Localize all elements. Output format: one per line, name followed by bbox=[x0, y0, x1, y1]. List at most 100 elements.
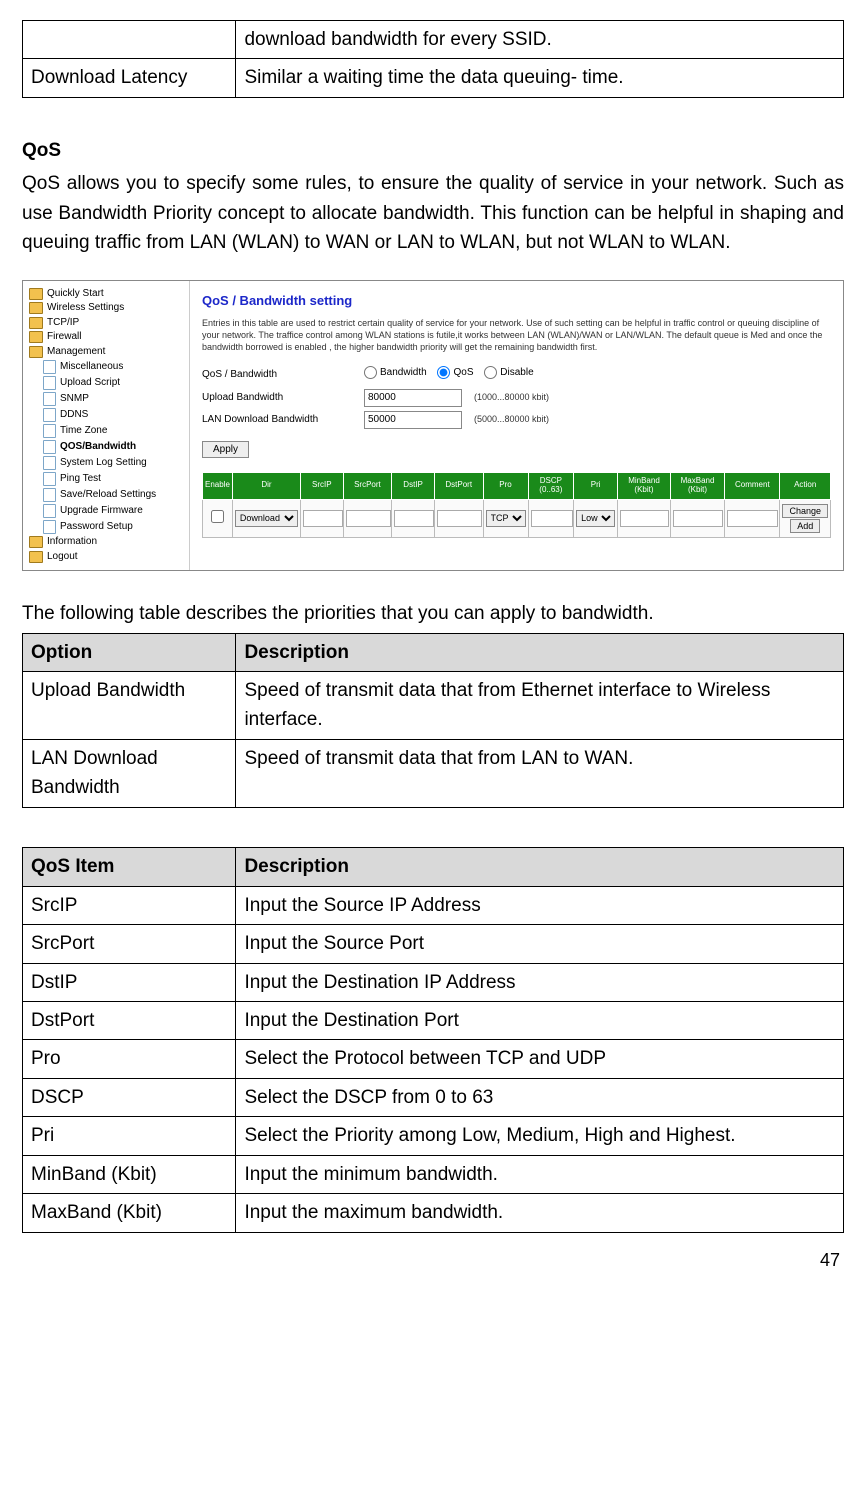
nav-label: Wireless Settings bbox=[47, 302, 124, 315]
qos-item-table: QoS Item Description SrcIPInput the Sour… bbox=[22, 847, 844, 1232]
srcip-input[interactable] bbox=[303, 510, 343, 527]
nav-label: Time Zone bbox=[60, 425, 107, 438]
radio-qos-input[interactable] bbox=[437, 366, 450, 379]
grid-header: MinBand (Kbit) bbox=[618, 472, 671, 499]
sidebar-item-qos-bandwidth[interactable]: QOS/Bandwidth bbox=[43, 439, 187, 455]
lan-download-bandwidth-row: LAN Download Bandwidth (5000...80000 kbi… bbox=[202, 411, 831, 429]
radio-bandwidth[interactable]: Bandwidth bbox=[364, 365, 427, 381]
sidebar-nav: Quickly Start Wireless Settings TCP/IP F… bbox=[23, 281, 190, 571]
sidebar-item-password-setup[interactable]: Password Setup bbox=[43, 519, 187, 535]
grid-header: SrcPort bbox=[343, 472, 392, 499]
cell bbox=[23, 21, 236, 59]
upload-bandwidth-row: Upload Bandwidth (1000...80000 kbit) bbox=[202, 389, 831, 407]
cell: Input the maximum bandwidth. bbox=[236, 1194, 844, 1232]
page-icon bbox=[43, 424, 56, 438]
cell: Pro bbox=[23, 1040, 236, 1078]
option-table-intro: The following table describes the priori… bbox=[22, 599, 844, 628]
sidebar-item-miscellaneous[interactable]: Miscellaneous bbox=[43, 359, 187, 375]
nav-label: Management bbox=[47, 346, 105, 359]
page-icon bbox=[43, 376, 56, 390]
grid-header: DSCP (0..63) bbox=[528, 472, 574, 499]
folder-icon bbox=[29, 288, 43, 300]
grid-header: SrcIP bbox=[300, 472, 343, 499]
nav-label: QOS/Bandwidth bbox=[60, 441, 136, 454]
cell: DstPort bbox=[23, 1001, 236, 1039]
upload-bandwidth-label: Upload Bandwidth bbox=[202, 390, 352, 406]
sidebar-item-logout[interactable]: Logout bbox=[29, 550, 187, 565]
radio-bandwidth-input[interactable] bbox=[364, 366, 377, 379]
cell: Input the Destination IP Address bbox=[236, 963, 844, 1001]
maxband-input[interactable] bbox=[673, 510, 724, 527]
upload-bandwidth-input[interactable] bbox=[364, 389, 462, 407]
change-button[interactable]: Change bbox=[782, 504, 828, 518]
cell: Speed of transmit data that from LAN to … bbox=[236, 739, 844, 807]
page-icon bbox=[43, 520, 56, 534]
cell: Select the DSCP from 0 to 63 bbox=[236, 1078, 844, 1116]
lan-download-bandwidth-label: LAN Download Bandwidth bbox=[202, 412, 352, 428]
table-header: Description bbox=[236, 633, 844, 671]
dstip-input[interactable] bbox=[394, 510, 434, 527]
radio-label: Bandwidth bbox=[380, 365, 427, 381]
sidebar-item-save-reload-settings[interactable]: Save/Reload Settings bbox=[43, 487, 187, 503]
page-icon bbox=[43, 504, 56, 518]
dscp-input[interactable] bbox=[531, 510, 574, 527]
sidebar-item-snmp[interactable]: SNMP bbox=[43, 391, 187, 407]
sidebar-item-upgrade-firmware[interactable]: Upgrade Firmware bbox=[43, 503, 187, 519]
page-number: 47 bbox=[22, 1247, 844, 1275]
grid-header: Action bbox=[780, 472, 831, 499]
enable-checkbox[interactable] bbox=[211, 510, 224, 523]
sidebar-item-ping-test[interactable]: Ping Test bbox=[43, 471, 187, 487]
grid-row: Download TCP Low Change Add bbox=[203, 499, 831, 537]
grid-header: Dir bbox=[232, 472, 300, 499]
sidebar-item-time-zone[interactable]: Time Zone bbox=[43, 423, 187, 439]
sidebar-item-tcpip[interactable]: TCP/IP bbox=[29, 316, 187, 331]
pro-select[interactable]: TCP bbox=[486, 510, 526, 527]
srcport-input[interactable] bbox=[346, 510, 391, 527]
cell: Similar a waiting time the data queuing-… bbox=[236, 59, 844, 97]
sidebar-item-information[interactable]: Information bbox=[29, 535, 187, 550]
nav-label: TCP/IP bbox=[47, 317, 79, 330]
pri-select[interactable]: Low bbox=[576, 510, 615, 527]
lan-download-bandwidth-hint: (5000...80000 kbit) bbox=[474, 413, 549, 427]
page-icon bbox=[43, 360, 56, 374]
page-icon bbox=[43, 440, 56, 454]
sidebar-item-wireless-settings[interactable]: Wireless Settings bbox=[29, 301, 187, 316]
nav-label: Save/Reload Settings bbox=[60, 489, 156, 502]
cell: MinBand (Kbit) bbox=[23, 1155, 236, 1193]
lan-download-bandwidth-input[interactable] bbox=[364, 411, 462, 429]
minband-input[interactable] bbox=[620, 510, 669, 527]
apply-button[interactable]: Apply bbox=[202, 441, 249, 458]
nav-label: System Log Setting bbox=[60, 457, 147, 470]
nav-label: Quickly Start bbox=[47, 288, 104, 301]
cell: Input the minimum bandwidth. bbox=[236, 1155, 844, 1193]
sidebar-item-firewall[interactable]: Firewall bbox=[29, 330, 187, 345]
nav-label: Information bbox=[47, 536, 97, 549]
sidebar-item-ddns[interactable]: DDNS bbox=[43, 407, 187, 423]
radio-disable[interactable]: Disable bbox=[484, 365, 533, 381]
mode-label: QoS / Bandwidth bbox=[202, 367, 352, 383]
dstport-input[interactable] bbox=[437, 510, 482, 527]
radio-qos[interactable]: QoS bbox=[437, 365, 473, 381]
sidebar-item-quickly-start[interactable]: Quickly Start bbox=[29, 287, 187, 302]
grid-header: DstIP bbox=[392, 472, 435, 499]
folder-icon bbox=[29, 302, 43, 314]
comment-input[interactable] bbox=[727, 510, 778, 527]
radio-label: QoS bbox=[453, 365, 473, 381]
sidebar-item-upload-script[interactable]: Upload Script bbox=[43, 375, 187, 391]
add-button[interactable]: Add bbox=[790, 519, 820, 533]
cell: SrcIP bbox=[23, 886, 236, 924]
cell: Select the Priority among Low, Medium, H… bbox=[236, 1117, 844, 1155]
cell: Speed of transmit data that from Etherne… bbox=[236, 672, 844, 740]
grid-header: Pro bbox=[483, 472, 528, 499]
nav-label: Logout bbox=[47, 551, 78, 564]
nav-label: DDNS bbox=[60, 409, 88, 422]
page-icon bbox=[43, 408, 56, 422]
sidebar-item-management[interactable]: Management bbox=[29, 345, 187, 360]
top-fragment-table: download bandwidth for every SSID. Downl… bbox=[22, 20, 844, 98]
sidebar-item-system-log-setting[interactable]: System Log Setting bbox=[43, 455, 187, 471]
folder-icon bbox=[29, 536, 43, 548]
option-table: Option Description Upload Bandwidth Spee… bbox=[22, 633, 844, 808]
table-header: QoS Item bbox=[23, 848, 236, 886]
dir-select[interactable]: Download bbox=[235, 510, 298, 527]
radio-disable-input[interactable] bbox=[484, 366, 497, 379]
